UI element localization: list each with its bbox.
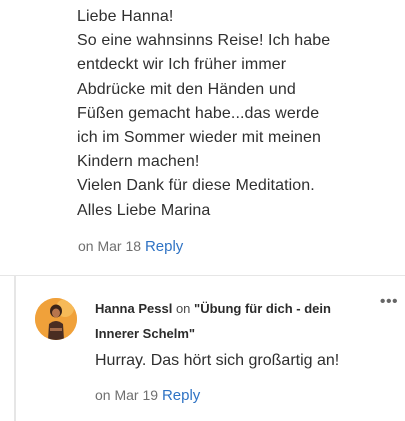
on-label: on: [78, 238, 94, 254]
comment-body: Liebe Hanna! So eine wahnsinns Reise! Ic…: [77, 8, 331, 219]
comment-date[interactable]: Mar 19: [114, 387, 158, 403]
comment-date[interactable]: Mar 18: [97, 238, 141, 254]
comment-marina: Liebe Hanna! So eine wahnsinns Reise! Ic…: [0, 0, 405, 276]
author-name[interactable]: Hanna Pessl: [95, 301, 172, 316]
reply-link[interactable]: Reply: [145, 238, 183, 255]
avatar[interactable]: [35, 298, 77, 340]
reply-header: Hanna Pessl on "Übung für dich - dein In…: [95, 296, 370, 346]
comment-divider: [0, 275, 405, 276]
more-horizontal-icon[interactable]: •••: [379, 294, 399, 311]
on-label: on: [95, 387, 111, 403]
comment-meta: on Mar 18 Reply: [78, 238, 183, 255]
reply-thread-line: [14, 276, 16, 421]
reply-link[interactable]: Reply: [162, 387, 200, 404]
comment-meta: on Mar 19 Reply: [95, 387, 200, 404]
avatar-image: [35, 298, 77, 340]
on-label: on: [175, 301, 191, 316]
comment-body: Hurray. Das hört sich großartig an!: [95, 352, 340, 369]
